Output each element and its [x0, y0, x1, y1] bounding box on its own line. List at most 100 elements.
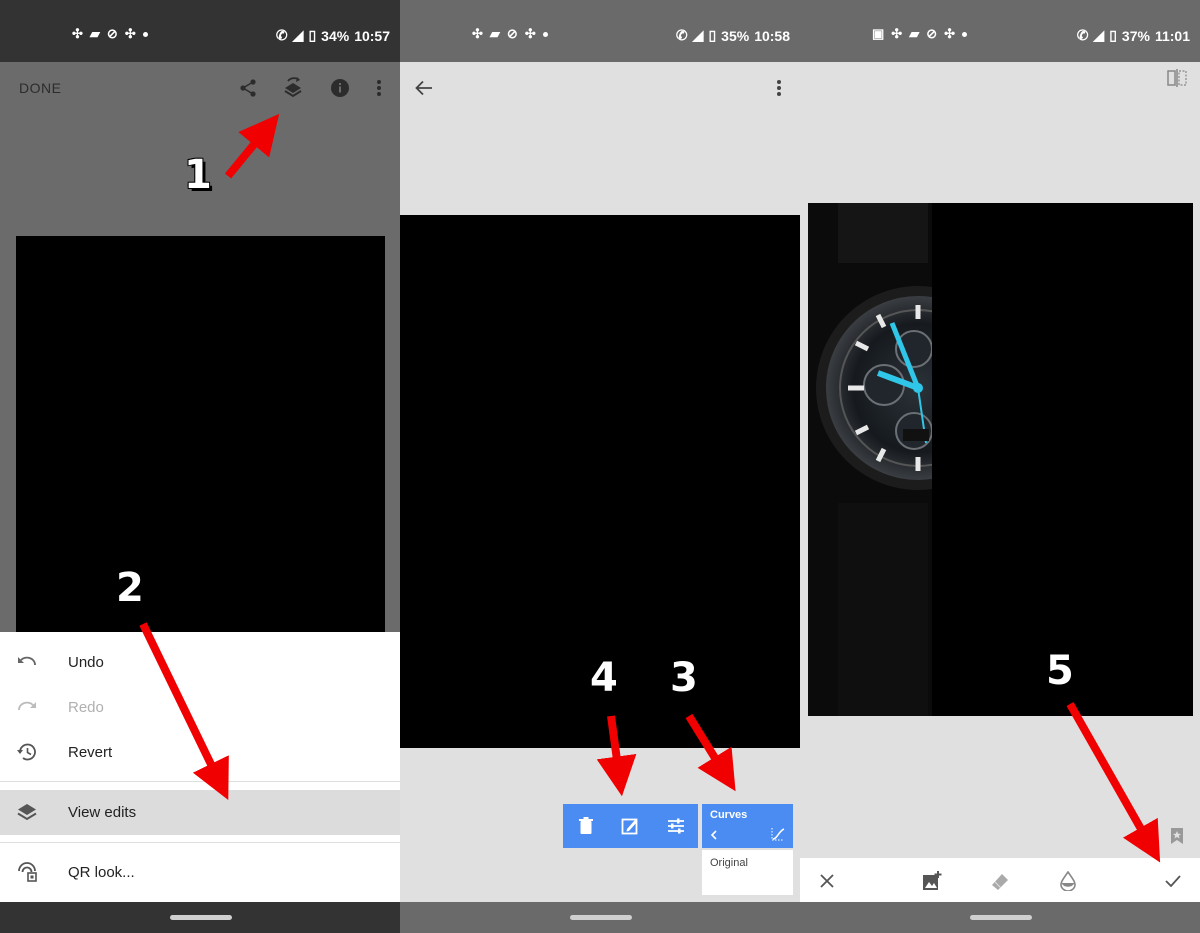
edit-brush-icon[interactable]: [619, 815, 641, 837]
add-image-icon[interactable]: [920, 869, 944, 893]
battery-percent: 37%: [1121, 27, 1150, 44]
layers-icon: [16, 801, 38, 823]
edit-actions-bar: [563, 804, 698, 848]
pinwheel-icon: ✣: [72, 26, 83, 41]
menu-item-label: QR look...: [68, 864, 135, 881]
step-number-3: 3: [670, 655, 698, 701]
overflow-menu-icon[interactable]: [770, 77, 788, 99]
screen-view-edits-menu: ✣ ▰ ⊘ ✣ ✆ ◢ ▯ 34% 10:57 DONE Undo Redo R…: [0, 0, 400, 933]
pinwheel-icon: ✣: [944, 26, 956, 41]
info-icon[interactable]: [329, 77, 351, 99]
menu-item-revert[interactable]: Revert: [0, 730, 400, 775]
step-number-5: 5: [1046, 648, 1074, 694]
pinwheel-icon: ✣: [524, 26, 536, 41]
undo-icon: [16, 651, 38, 673]
chevron-left-icon[interactable]: [708, 828, 720, 842]
message-icon: ▰: [909, 26, 920, 41]
menu-item-label: Revert: [68, 744, 113, 761]
more-notifications-icon: [142, 31, 148, 37]
volte-call-icon: ✆: [275, 27, 288, 43]
status-bar: ▣ ✣ ▰ ⊘ ✣ ✆ ◢ ▯ 37% 11:01: [800, 0, 1200, 62]
share-icon[interactable]: [236, 76, 260, 100]
tune-sliders-icon[interactable]: [665, 815, 687, 837]
tool-bottom-bar: [800, 858, 1200, 903]
clock: 11:01: [1154, 27, 1190, 44]
pinwheel-icon: ✣: [124, 26, 136, 41]
home-gesture-pill[interactable]: [970, 915, 1032, 920]
status-bar: ✣ ▰ ⊘ ✣ ✆ ◢ ▯ 35% 10:58: [400, 0, 800, 62]
battery-icon: ▯: [308, 27, 317, 43]
edit-stack-item-curves[interactable]: Curves: [702, 804, 793, 848]
opacity-drop-icon[interactable]: [1056, 869, 1080, 893]
system-status: ✆ ◢ ▯ 34% 10:57: [276, 27, 390, 44]
edit-stack-item-original[interactable]: Original: [702, 850, 793, 895]
home-gesture-pill[interactable]: [170, 915, 232, 920]
volte-call-icon: ✆: [1076, 27, 1089, 43]
navigation-bar: [400, 902, 800, 933]
volte-call-icon: ✆: [675, 27, 688, 43]
menu-item-label: View edits: [68, 804, 137, 821]
app-icon: ⊘: [106, 26, 118, 41]
wifi-signal-icon: ◢: [1093, 27, 1105, 43]
menu-divider: [0, 781, 400, 782]
brush-eraser-icon[interactable]: [988, 869, 1012, 893]
compare-icon[interactable]: [1166, 68, 1188, 88]
battery-icon: ▯: [708, 27, 717, 43]
wifi-signal-icon: ◢: [692, 27, 704, 43]
battery-percent: 34%: [321, 27, 350, 44]
checkmark-icon[interactable]: [1162, 870, 1184, 892]
close-icon[interactable]: [816, 870, 838, 892]
battery-percent: 35%: [721, 27, 750, 44]
clock: 10:58: [754, 27, 790, 44]
step-number-2: 2: [116, 565, 144, 611]
navigation-bar: [0, 902, 400, 933]
app-icon: ⊘: [926, 26, 938, 41]
pinwheel-icon: ✣: [472, 26, 483, 41]
notification-icons: ▣ ✣ ▰ ⊘ ✣: [872, 26, 968, 42]
step-number-1: 1: [184, 152, 212, 198]
step-number-4: 4: [590, 655, 618, 701]
more-notifications-icon: [542, 31, 548, 37]
menu-item-redo[interactable]: Redo: [0, 685, 400, 730]
system-status: ✆ ◢ ▯ 37% 11:01: [1077, 27, 1190, 44]
status-bar: ✣ ▰ ⊘ ✣ ✆ ◢ ▯ 34% 10:57: [0, 0, 400, 62]
notification-icons: ✣ ▰ ⊘ ✣: [72, 26, 148, 42]
message-icon: ▰: [89, 26, 100, 41]
home-gesture-pill[interactable]: [570, 915, 632, 920]
menu-divider: [0, 842, 400, 843]
back-arrow-icon[interactable]: [412, 76, 436, 100]
photo-preview: [808, 203, 1193, 716]
qr-look-icon: [16, 861, 38, 883]
edit-history-menu: Undo Redo Revert View edits QR look...: [0, 632, 400, 903]
menu-item-view-edits[interactable]: View edits: [0, 790, 400, 835]
redo-icon: [16, 696, 38, 718]
clock: 10:57: [354, 27, 390, 44]
screen-brush-mask: ▣ ✣ ▰ ⊘ ✣ ✆ ◢ ▯ 37% 11:01: [800, 0, 1200, 933]
bookmark-star-icon[interactable]: [1168, 826, 1186, 846]
battery-icon: ▯: [1109, 27, 1117, 43]
notification-icons: ✣ ▰ ⊘ ✣: [472, 26, 548, 42]
delete-icon[interactable]: [575, 815, 597, 837]
curves-icon: [770, 826, 786, 842]
message-icon: ▰: [489, 26, 500, 41]
edit-stack-item-label: Original: [710, 857, 748, 869]
wifi-signal-icon: ◢: [292, 27, 304, 43]
system-status: ✆ ◢ ▯ 35% 10:58: [676, 27, 790, 44]
menu-item-label: Redo: [68, 699, 104, 716]
more-notifications-icon: [962, 31, 968, 37]
edit-stack-item-label: Curves: [710, 809, 748, 821]
history-icon: [16, 741, 38, 763]
done-button[interactable]: DONE: [19, 80, 61, 96]
app-icon: ⊘: [506, 26, 518, 41]
screen-edit-stack: ✣ ▰ ⊘ ✣ ✆ ◢ ▯ 35% 10:58 Curves Original: [400, 0, 800, 933]
menu-item-qr-look[interactable]: QR look...: [0, 850, 400, 895]
image-icon: ▣: [872, 26, 885, 41]
pinwheel-icon: ✣: [891, 26, 903, 41]
navigation-bar: [800, 902, 1200, 933]
view-edits-icon[interactable]: [281, 75, 305, 101]
menu-item-label: Undo: [68, 654, 104, 671]
overflow-menu-icon[interactable]: [370, 77, 388, 99]
menu-item-undo[interactable]: Undo: [0, 640, 400, 685]
watch-photo-revealed: [808, 203, 932, 716]
photo-preview: [16, 236, 385, 636]
